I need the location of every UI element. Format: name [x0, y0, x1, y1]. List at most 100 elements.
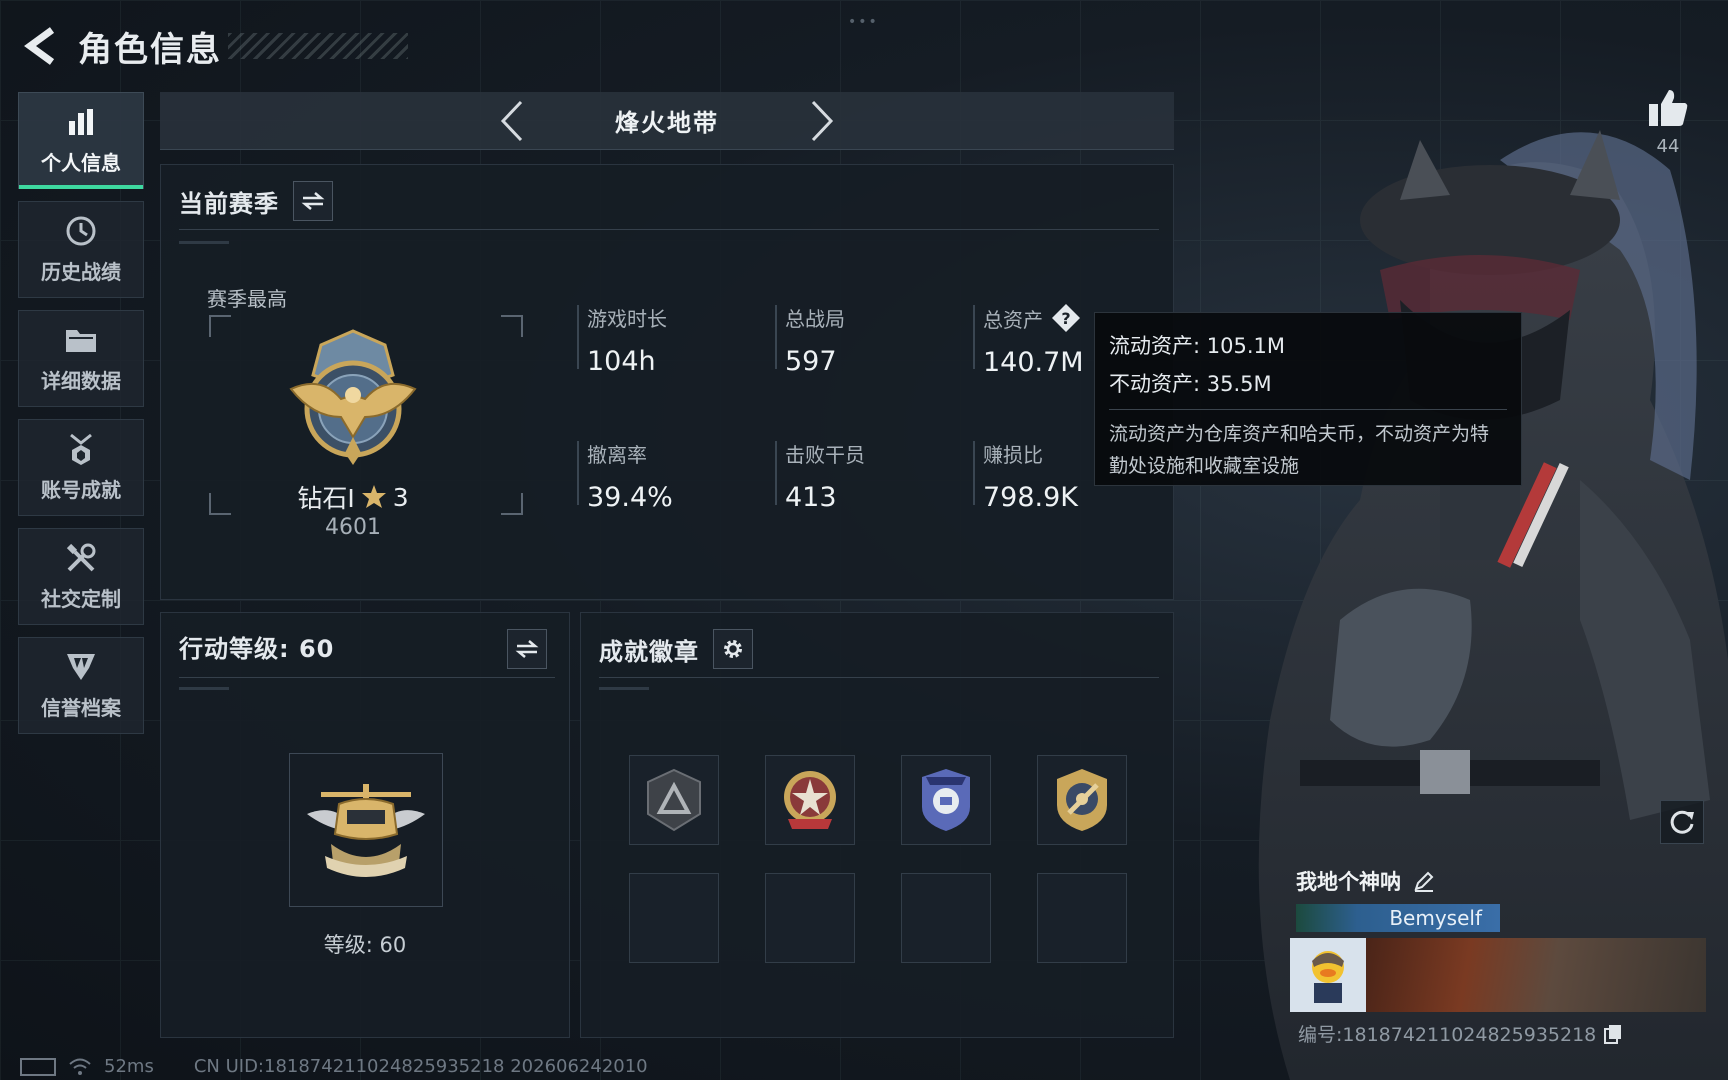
- frame-corner: [209, 315, 231, 337]
- uid-footer: CN UID:181874211024825935218 20260624201…: [193, 1056, 648, 1077]
- divider: [599, 677, 1159, 678]
- decoration: [599, 687, 649, 690]
- rank-stars: 3: [392, 482, 409, 512]
- name-tag: Bemyself: [1296, 904, 1500, 932]
- rotate-model-button[interactable]: [1660, 800, 1704, 844]
- ping-text: 52ms: [104, 1056, 154, 1077]
- avatar[interactable]: [1290, 938, 1366, 1012]
- history-clock-icon: [64, 214, 98, 248]
- rank-tier: 钻石I: [297, 484, 355, 513]
- header: 角色信息: [18, 18, 408, 74]
- frame-corner: [209, 493, 231, 515]
- tooltip-description: 流动资产为仓库资产和哈夫币，不动资产为特勤处设施和收藏室设施: [1109, 423, 1490, 477]
- profile-banner: [1290, 938, 1706, 1012]
- sidebar-item-label: 个人信息: [41, 151, 121, 175]
- chevron-right-icon: [811, 100, 834, 141]
- tools-icon: [64, 541, 98, 575]
- wifi-icon: [69, 1058, 91, 1075]
- tooltip-fixed-assets: 不动资产: 35.5M: [1109, 372, 1272, 396]
- badge-slot-empty[interactable]: [901, 873, 991, 963]
- badge-slot[interactable]: [765, 755, 855, 845]
- like-button[interactable]: 44: [1646, 88, 1690, 157]
- action-level-panel: 行动等级: 60 等级: 60: [160, 612, 570, 1038]
- level-value: 等级: 60: [323, 933, 407, 957]
- divider: [775, 441, 777, 505]
- achievement-badges-panel: 成就徽章: [580, 612, 1174, 1038]
- police-badge-icon: [922, 769, 970, 831]
- stat-value: 413: [785, 482, 837, 513]
- stat-extract-rate: 撤离率 39.4%: [577, 439, 767, 513]
- sidebar-item-achievements[interactable]: 账号成就: [18, 419, 144, 516]
- season-title: 当前赛季: [179, 189, 279, 218]
- level-emblem: [289, 753, 443, 907]
- profile-card: 我地个神呐 Bemyself 编号:181874211024825935218: [1290, 862, 1706, 1047]
- tooltip-liquid-assets: 流动资产: 105.1M: [1109, 334, 1285, 358]
- badge-slot-empty[interactable]: [629, 873, 719, 963]
- sidebar-item-social[interactable]: 社交定制: [18, 528, 144, 625]
- assets-tooltip: 流动资产: 105.1M 不动资产: 35.5M 流动资产为仓库资产和哈夫币，不…: [1094, 312, 1522, 486]
- badge-slot-empty[interactable]: [765, 873, 855, 963]
- badge-slot-empty[interactable]: [1037, 873, 1127, 963]
- stat-value: 597: [785, 346, 837, 377]
- badge-slot[interactable]: [901, 755, 991, 845]
- edit-pencil-icon[interactable]: [1413, 870, 1435, 892]
- badges-settings-button[interactable]: [713, 629, 753, 669]
- sidebar-item-label: 历史战绩: [41, 260, 121, 284]
- banner-image: [1366, 938, 1706, 1012]
- bar-chart-icon: [64, 105, 98, 139]
- divider: [577, 441, 579, 505]
- frame-corner: [501, 315, 523, 337]
- helicopter-emblem-icon: [307, 784, 425, 877]
- back-arrow-icon: [24, 27, 55, 65]
- stat-label-text: 总资产: [983, 307, 1043, 332]
- rank-name: 钻石I 3: [261, 479, 445, 515]
- copy-icon[interactable]: [1604, 1024, 1622, 1044]
- season-switch-button[interactable]: [293, 181, 333, 221]
- stat-operators-defeated: 击败干员 413: [775, 439, 965, 513]
- diamond-rank-badge-icon: [289, 329, 417, 465]
- badge-slot[interactable]: [1037, 755, 1127, 845]
- season-best-label: 赛季最高: [207, 287, 287, 311]
- compass-badge-icon: [1057, 769, 1107, 831]
- gear-icon: [724, 640, 742, 658]
- shield-emblem-icon: [64, 650, 98, 684]
- stat-label: 游戏时长: [587, 307, 667, 331]
- stat-value: 798.9K: [983, 482, 1079, 513]
- rank-score: 4601: [325, 515, 381, 540]
- decoration: [179, 687, 229, 690]
- sidebar-item-personal-info[interactable]: 个人信息: [18, 92, 144, 189]
- level-header: 行动等级: 60: [179, 629, 334, 664]
- swap-icon: [515, 640, 539, 658]
- divider: [973, 305, 975, 369]
- mode-title: 烽火地带: [615, 109, 719, 137]
- sidebar-item-detailed-data[interactable]: 详细数据: [18, 310, 144, 407]
- level-switch-button[interactable]: [507, 629, 547, 669]
- stat-value: 104h: [587, 346, 656, 377]
- divider: [577, 305, 579, 369]
- refresh-icon: [1670, 810, 1694, 834]
- sidebar-item-reputation[interactable]: 信誉档案: [18, 637, 144, 734]
- decoration: [179, 241, 229, 244]
- season-header: 当前赛季: [179, 181, 333, 221]
- medal-icon: [64, 432, 98, 466]
- mode-next-button[interactable]: [802, 96, 842, 146]
- uid-row: 编号:181874211024825935218: [1290, 1020, 1706, 1047]
- back-button[interactable]: [18, 24, 62, 68]
- help-icon[interactable]: ?: [1051, 303, 1081, 333]
- level-title: 行动等级: 60: [179, 635, 335, 663]
- frame-corner: [501, 493, 523, 515]
- mode-switcher: 烽火地带: [160, 92, 1174, 150]
- stat-label: 击败干员: [785, 443, 865, 467]
- sidebar-item-history[interactable]: 历史战绩: [18, 201, 144, 298]
- mode-prev-button[interactable]: [492, 96, 532, 146]
- season-panel: 当前赛季 赛季最高 钻石I 3 4601 游戏时长 104h 总战局 597 总…: [160, 164, 1174, 600]
- divider: [179, 677, 555, 678]
- duck-avatar-icon: [1312, 951, 1344, 1003]
- sidebar-item-label: 详细数据: [41, 369, 121, 393]
- title-decoration: [228, 33, 408, 59]
- folder-icon: [64, 323, 98, 357]
- badges-title: 成就徽章: [599, 637, 699, 666]
- badge-slot[interactable]: [629, 755, 719, 845]
- sidebar-item-label: 社交定制: [41, 587, 121, 611]
- nickname-row: 我地个神呐: [1290, 862, 1706, 900]
